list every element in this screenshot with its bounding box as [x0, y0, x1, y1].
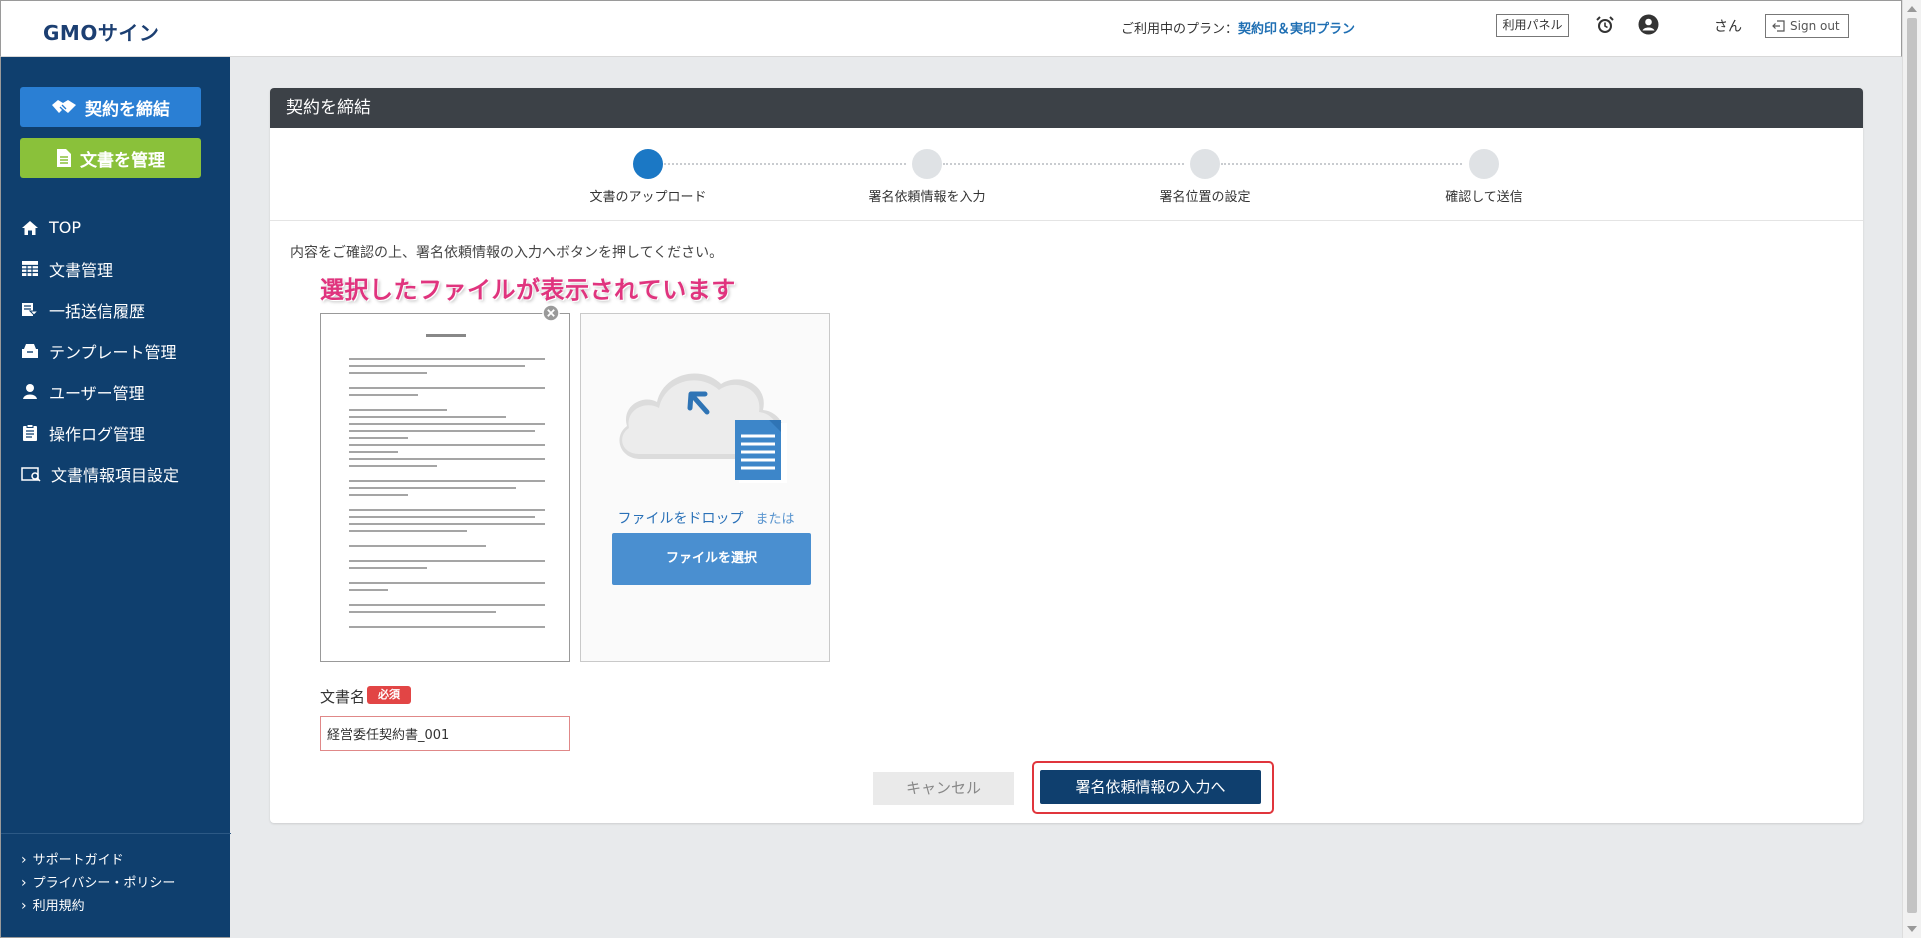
- sidebar-item-label: TOP: [49, 218, 82, 237]
- step-4-indicator: [1469, 149, 1499, 179]
- document-name-label: 文書名: [320, 688, 366, 706]
- document-name-input[interactable]: [320, 716, 570, 751]
- drop-text: ファイルをドロップ または: [581, 508, 831, 528]
- step-1-label: 文書のアップロード: [589, 190, 707, 205]
- support-guide-link[interactable]: サポートガイド: [21, 849, 175, 872]
- current-plan: ご利用中のプラン：契約印＆実印プラン: [1121, 18, 1355, 37]
- scroll-thumb[interactable]: [1907, 18, 1917, 913]
- sign-out-button[interactable]: Sign out: [1765, 14, 1849, 38]
- cancel-button[interactable]: キャンセル: [873, 772, 1014, 805]
- top-header: GMOサイン ご利用中のプラン：契約印＆実印プラン 利用パネル さん Sign …: [0, 0, 1902, 57]
- sidebar-item-label: 文書情報項目設定: [51, 465, 180, 485]
- sidebar-item-operation-log[interactable]: 操作ログ管理: [1, 412, 231, 453]
- progress-stepper: 文書のアップロード 署名依頼情報を入力 署名位置の設定 確認して送信: [270, 128, 1863, 221]
- sign-out-label: Sign out: [1790, 19, 1840, 33]
- sidebar-footer-links: サポートガイド プライバシー・ポリシー 利用規約: [21, 849, 176, 918]
- sidebar-item-label: ユーザー管理: [49, 383, 145, 403]
- drop-label: ファイルをドロップ: [617, 511, 744, 527]
- sidebar-item-label: 文書管理: [49, 260, 114, 280]
- sidebar: 契約を締結 文書を管理 TOP 文書管理 一括送信履歴 テンプレート管理 ユーザ…: [0, 57, 231, 938]
- annotation-callout: 選択したファイルが表示されています: [320, 276, 736, 304]
- sidebar-item-doc-info-settings[interactable]: 文書情報項目設定: [1, 453, 231, 494]
- step-4-label: 確認して送信: [1445, 190, 1523, 205]
- user-icon: [23, 384, 37, 399]
- doc-info-icon: [21, 466, 41, 482]
- grid-icon: [22, 261, 38, 276]
- step-3-indicator: [1190, 149, 1220, 179]
- step-connector: [1221, 163, 1462, 165]
- sidebar-item-documents[interactable]: 文書管理: [1, 248, 231, 289]
- sidebar-item-label: 一括送信履歴: [49, 301, 146, 321]
- sidebar-item-templates[interactable]: テンプレート管理: [1, 330, 231, 371]
- step-connector: [943, 163, 1184, 165]
- required-badge: 必須: [367, 686, 411, 704]
- template-icon: [22, 343, 38, 358]
- select-file-button[interactable]: ファイルを選択: [612, 533, 811, 585]
- gmo-sign-logo[interactable]: GMOサイン: [43, 17, 159, 46]
- scroll-up-arrow[interactable]: [1907, 6, 1917, 12]
- plan-prefix: ご利用中のプラン：: [1121, 22, 1239, 37]
- step-2-indicator: [912, 149, 942, 179]
- handshake-icon: [52, 100, 76, 113]
- sign-out-icon: [1772, 20, 1785, 32]
- page-scrollbar[interactable]: [1902, 0, 1921, 938]
- document-preview[interactable]: [320, 313, 570, 662]
- username: さん: [1714, 19, 1742, 35]
- sidebar-item-bulk-send[interactable]: 一括送信履歴: [1, 289, 231, 330]
- terms-of-use-link[interactable]: 利用規約: [21, 895, 175, 918]
- plan-name[interactable]: 契約印＆実印プラン: [1238, 22, 1355, 37]
- sidebar-item-label: テンプレート管理: [49, 342, 177, 362]
- file-drop-zone[interactable]: ファイルをドロップ または ファイルを選択: [580, 313, 830, 662]
- or-label: または: [755, 512, 795, 527]
- alarm-clock-icon[interactable]: [1595, 15, 1615, 35]
- log-icon: [23, 423, 37, 441]
- remove-file-icon[interactable]: [542, 304, 560, 322]
- account-icon[interactable]: [1638, 14, 1659, 35]
- preview-title-line: [426, 334, 466, 337]
- sidebar-item-top[interactable]: TOP: [1, 207, 231, 248]
- contract-button-label: 契約を締結: [85, 99, 170, 120]
- bulk-send-icon: [22, 302, 39, 316]
- step-1-indicator: [633, 149, 663, 179]
- step-3-label: 署名位置の設定: [1159, 190, 1251, 205]
- step-2-label: 署名依頼情報を入力: [868, 190, 986, 205]
- preview-text-lines: [349, 358, 545, 633]
- home-icon: [22, 220, 38, 235]
- cloud-upload-icon: [619, 373, 787, 483]
- manage-documents-button[interactable]: 文書を管理: [20, 138, 201, 178]
- usage-panel-button[interactable]: 利用パネル: [1496, 14, 1569, 37]
- sidebar-item-label: 操作ログ管理: [49, 424, 146, 444]
- sidebar-divider: [1, 833, 231, 834]
- sidebar-item-users[interactable]: ユーザー管理: [1, 371, 231, 412]
- manage-button-label: 文書を管理: [80, 150, 165, 171]
- document-icon: [57, 149, 71, 167]
- step-connector: [664, 163, 906, 165]
- page-title: 契約を締結: [270, 88, 1863, 128]
- privacy-policy-link[interactable]: プライバシー・ポリシー: [21, 872, 176, 895]
- instruction-text: 内容をご確認の上、署名依頼情報の入力へボタンを押してください。: [290, 245, 724, 261]
- contract-button[interactable]: 契約を締結: [20, 87, 201, 127]
- contract-card: 契約を締結 文書のアップロード 署名依頼情報を入力 署名位置の設定 確認して送信…: [270, 88, 1863, 823]
- scroll-down-arrow[interactable]: [1907, 926, 1917, 932]
- next-step-button[interactable]: 署名依頼情報の入力へ: [1040, 770, 1261, 804]
- sidebar-nav: TOP 文書管理 一括送信履歴 テンプレート管理 ユーザー管理 操作ログ管理 文…: [1, 207, 231, 494]
